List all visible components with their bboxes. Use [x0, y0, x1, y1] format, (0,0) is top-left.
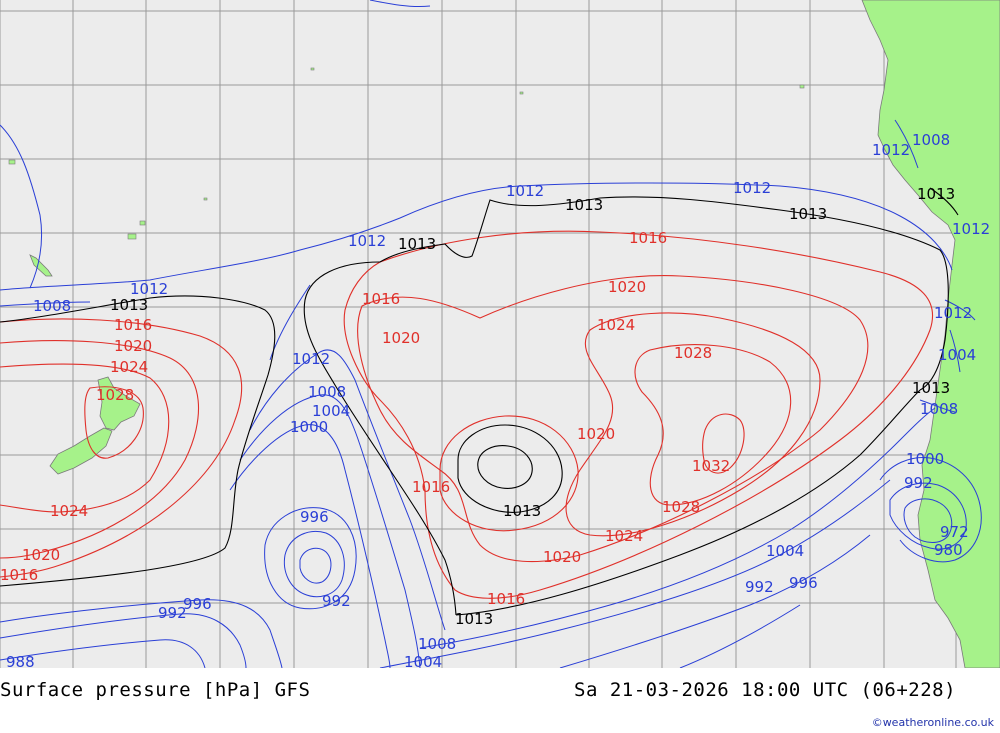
valid-time: Sa 21-03-2026 18:00 UTC (06+228): [574, 679, 957, 701]
isobar-label-988: 988: [6, 653, 35, 668]
isobar-label-1016: 1016: [362, 290, 400, 308]
isobar-label-1013: 1013: [398, 235, 436, 253]
isobar-label-996: 996: [789, 574, 818, 592]
isobar-label-1020: 1020: [382, 329, 420, 347]
isobar-label-992: 992: [904, 474, 933, 492]
isobar-label-1004: 1004: [766, 542, 804, 560]
isobar-label-1020: 1020: [114, 337, 152, 355]
isobar-label-1012: 1012: [506, 182, 544, 200]
isobar-label-992: 992: [322, 592, 351, 610]
isobar-label-1004: 1004: [938, 346, 976, 364]
isobar-label-1028: 1028: [674, 344, 712, 362]
isobar-label-1008: 1008: [920, 400, 958, 418]
isobar-label-1008: 1008: [418, 635, 456, 653]
isobar-label-992: 992: [158, 604, 187, 622]
isobar-label-1008: 1008: [308, 383, 346, 401]
isobar-label-1024: 1024: [110, 358, 148, 376]
isobar-label-1008: 1008: [33, 297, 71, 315]
isobar-label-1013: 1013: [917, 185, 955, 203]
island: [203, 197, 208, 201]
isobar-label-1000: 1000: [290, 418, 328, 436]
isobar-label-1012: 1012: [733, 179, 771, 197]
isobar-label-996: 996: [300, 508, 329, 526]
isobar-label-1024: 1024: [605, 527, 643, 545]
isobar-label-1024: 1024: [50, 502, 88, 520]
isobar-label-1013: 1013: [503, 502, 541, 520]
isobar-label-1012: 1012: [130, 280, 168, 298]
isobar-label-1012: 1012: [952, 220, 990, 238]
isobar-label-1020: 1020: [577, 425, 615, 443]
isobar-label-1012: 1012: [872, 141, 910, 159]
isobar-label-1012: 1012: [934, 304, 972, 322]
isobar-label-1004: 1004: [404, 653, 442, 668]
island: [127, 233, 137, 240]
isobar-label-1028: 1028: [96, 386, 134, 404]
isobar-label-1012: 1012: [348, 232, 386, 250]
isobar-label-1028: 1028: [662, 498, 700, 516]
island: [139, 220, 146, 226]
isobar-label-1020: 1020: [543, 548, 581, 566]
isobar-label-972: 972: [940, 523, 969, 541]
pressure-map: 1013 1013 1013 1013 1013 1013 1013 1013 1016 1016…: [0, 0, 1000, 668]
isobar-label-1016: 1016: [0, 566, 38, 584]
credit-link[interactable]: ©weatheronline.co.uk: [872, 716, 994, 729]
isobar-label-1032: 1032: [692, 457, 730, 475]
isobar-label-1016: 1016: [114, 316, 152, 334]
island: [310, 67, 315, 71]
sea-background: [0, 0, 1000, 668]
isobar-label-1024: 1024: [597, 316, 635, 334]
island: [799, 84, 805, 89]
map-title: Surface pressure [hPa] GFS: [0, 679, 311, 701]
island: [8, 159, 16, 165]
isobar-label-1008: 1008: [912, 131, 950, 149]
isobar-label-980: 980: [934, 541, 963, 559]
isobar-label-1013: 1013: [912, 379, 950, 397]
isobar-label-1016: 1016: [412, 478, 450, 496]
island: [519, 91, 524, 95]
surface-pressure-map-page: { "map": { "title": "Surface pressure [h…: [0, 0, 1000, 733]
isobar-label-992: 992: [745, 578, 774, 596]
isobar-label-1012: 1012: [292, 350, 330, 368]
isobar-label-1013: 1013: [789, 205, 827, 223]
isobar-label-1000: 1000: [906, 450, 944, 468]
isobar-label-1020: 1020: [608, 278, 646, 296]
isobar-label-996: 996: [183, 595, 212, 613]
isobar-label-1013: 1013: [110, 296, 148, 314]
isobar-label-1016: 1016: [629, 229, 667, 247]
isobar-label-1020: 1020: [22, 546, 60, 564]
isobar-label-1013: 1013: [455, 610, 493, 628]
isobar-label-1013: 1013: [565, 196, 603, 214]
isobar-label-1016: 1016: [487, 590, 525, 608]
